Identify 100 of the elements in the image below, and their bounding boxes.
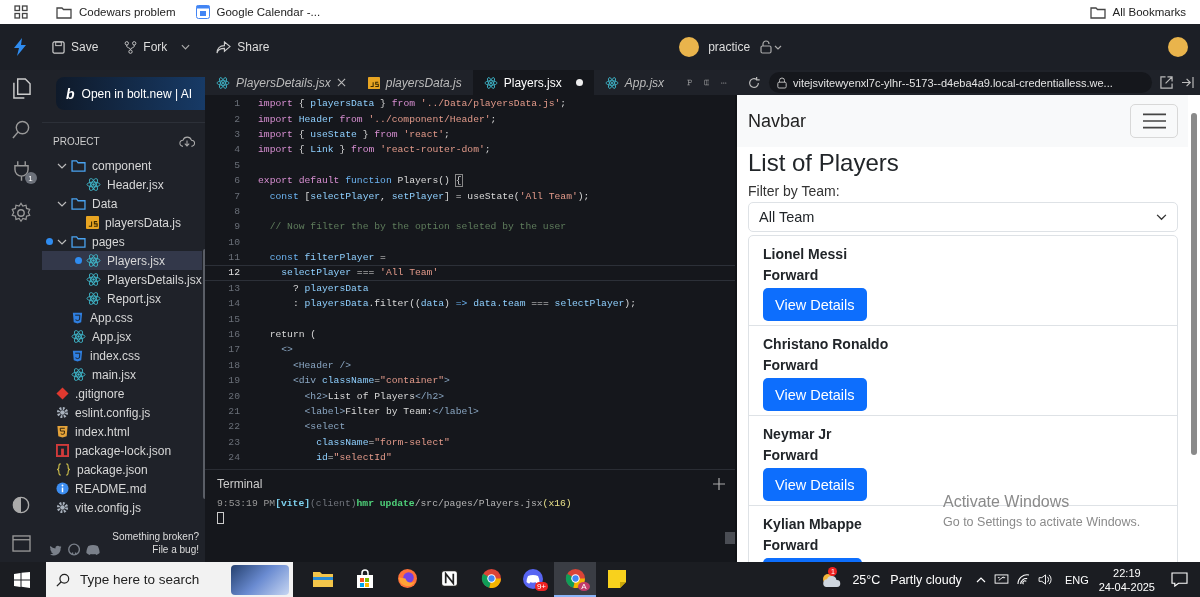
temperature[interactable]: 25°C [852,572,881,587]
line-number: 16 [227,329,240,341]
files-icon[interactable] [11,78,31,99]
plus-icon[interactable] [713,478,725,490]
activation-title: Activate Windows [943,493,1071,511]
weather-condition[interactable]: Partly cloudy [890,572,962,587]
tree-item[interactable]: package.json [42,460,202,479]
split-view-icon[interactable] [703,76,710,89]
editor-tab[interactable]: App.jsx [593,70,676,95]
tree-item[interactable]: Players.jsx [42,251,202,270]
atom-icon [483,76,498,89]
menu-icon [1142,113,1166,129]
page-title: List of Players [748,149,900,177]
code-line: className="form-select" [315,436,450,448]
taskbar-search-field[interactable]: Type here to search [46,562,293,597]
tree-item[interactable]: eslint.config.js [42,403,202,422]
tree-item[interactable]: App.css [42,308,202,327]
notification-icon[interactable] [1171,572,1188,587]
tree-item[interactable]: PlayersDetails.jsx [42,270,202,289]
cloudy-sun-icon[interactable] [820,571,843,588]
search-input[interactable]: Type here to search [78,571,207,588]
search-icon[interactable] [11,120,31,139]
folder-icon [71,159,86,172]
code-line: return ( [268,329,317,341]
collapse-panel-icon[interactable] [1181,77,1194,88]
close-icon[interactable] [336,78,346,87]
tree-item[interactable]: vite.config.js [42,498,202,517]
tree-item[interactable]: Data [42,194,202,213]
tree-item[interactable]: component [42,156,202,175]
tree-item[interactable]: pages [42,232,202,251]
cloud-download-icon[interactable] [179,135,195,148]
folder-icon [71,197,86,210]
terminal-title: Terminal [217,477,263,491]
line-number: 23 [227,436,240,448]
view-details-button[interactable]: View Details [763,378,867,411]
toolbar-button[interactable]: Share [216,36,270,58]
lightning-logo-icon[interactable] [14,38,26,56]
url-field[interactable]: vitejsvitewyenxl7c-ylhr--5173--d4eba4a9.local-credentialless.we... [769,72,1152,93]
scrollbar-thumb[interactable] [1191,113,1197,455]
tree-item[interactable]: App.jsx [42,327,202,346]
layout-icon[interactable] [11,535,31,552]
clock-time[interactable]: 22:19 [1113,565,1141,580]
tree-item[interactable]: .gitignore [42,384,202,403]
search-highlight-picture[interactable] [231,564,289,595]
tree-item[interactable]: Report.jsx [42,289,202,308]
toolbar-button[interactable]: Fork [124,36,191,58]
editor-tab[interactable]: PlayersDetails.jsx [205,70,357,95]
tree-item[interactable]: index.html [42,422,202,441]
bookmark[interactable]: Google Calendar -... [195,5,321,19]
bookmark[interactable]: Codewars problem [56,5,176,19]
avatar[interactable] [1168,37,1188,57]
editor-tab[interactable]: Players.jsx [472,70,594,95]
reload-icon[interactable] [747,75,761,90]
input-language[interactable]: ENG [1064,573,1089,586]
taskbar-app[interactable]: A [554,562,596,597]
line-number: 19 [227,375,240,387]
tree-item[interactable]: playersData.js [42,213,202,232]
chrome-icon [480,568,502,589]
sticky-note-icon [607,568,627,589]
toolbar-button[interactable]: Save [52,36,99,58]
player-name: Christano Ronaldo [763,335,889,354]
settings-icon[interactable] [10,202,32,224]
tree-item[interactable]: Header.jsx [42,175,202,194]
github-icon[interactable] [68,543,81,556]
bird-icon[interactable] [50,545,63,556]
windows-start-icon[interactable] [14,571,30,588]
tree-item[interactable]: package-lock.json [42,441,202,460]
html-file-icon [56,425,69,438]
all-bookmarks[interactable]: All Bookmarks [1089,5,1186,19]
editor-tab[interactable]: playersData.js [356,70,473,95]
team-select[interactable]: All Team [748,202,1178,232]
view-details-button[interactable]: View Details [763,288,867,321]
scrollbar-thumb[interactable] [725,532,735,544]
network-adapter-icon[interactable] [993,574,1009,585]
taskbar-app[interactable]: 9+ [512,562,554,597]
menu-button[interactable] [1130,104,1178,138]
atom-icon [604,76,619,89]
chevron-up-icon[interactable] [975,576,986,583]
tree-item[interactable]: main.jsx [42,365,202,384]
view-details-button[interactable]: View Details [763,468,867,501]
bug-report-link[interactable]: File a bug! [152,543,199,556]
line-number: 17 [227,344,240,356]
wifi-icon[interactable] [1016,574,1030,585]
bolt-banner[interactable]: b Open in bolt.new | AI [56,77,205,110]
tree-item[interactable]: index.css [42,346,202,365]
clock-date[interactable]: 24-04-2025 [1098,579,1155,594]
contrast-icon[interactable] [12,496,30,514]
line-number: 20 [227,390,240,402]
code-line: : playersData.filter((data) => data.team === selectPlayer); [291,298,636,310]
activation-text: Go to Settings to activate Windows. [943,515,1141,529]
banner-text: Open in bolt.new | AI [81,86,193,101]
external-link-icon[interactable] [1160,76,1173,89]
speaker-icon[interactable] [1037,574,1053,585]
atom-icon [86,254,101,267]
navbar-brand[interactable]: Navbar [748,110,807,132]
apps-grid-icon[interactable] [14,5,28,19]
atom-icon [86,273,101,286]
chrome-icon [564,568,586,589]
tree-item[interactable]: README.md [42,479,202,498]
plug-icon[interactable] [13,160,29,181]
